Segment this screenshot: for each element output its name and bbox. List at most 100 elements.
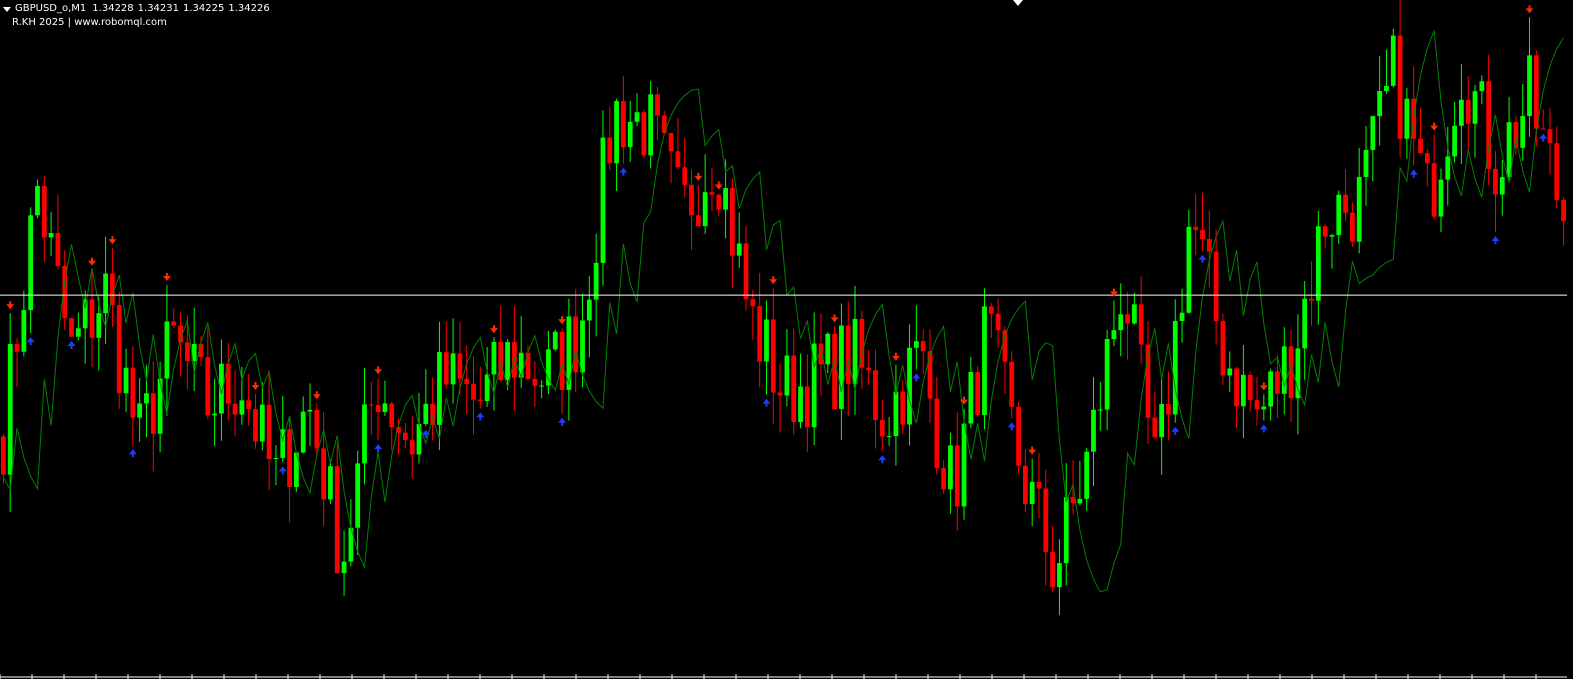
candle-body [55,232,61,266]
high-price: 1.34231 [137,3,180,14]
candle-body [21,310,27,352]
candle-body [1213,251,1219,322]
candle-body [1193,226,1199,230]
candle-body [995,313,1001,331]
candle-body [1077,498,1083,504]
price-chart[interactable] [0,0,1573,679]
candle-body [1234,368,1239,407]
candle-body [437,352,442,425]
candle-body [913,341,919,348]
candle-body [1520,116,1526,148]
candle-body [641,112,647,156]
candle-body [48,232,54,238]
candle-body [736,243,742,256]
candle-body [375,405,381,413]
candle-body [477,399,483,402]
candle-body [723,188,728,210]
candle-body [580,320,585,373]
arrow-down-icon [374,366,383,375]
candle-body [777,392,783,396]
candle-body [648,94,654,156]
candle-body [1561,199,1566,222]
candle-body [1302,298,1308,349]
candle-body [593,262,599,300]
candle-body [171,321,177,326]
arrow-down-icon [251,382,260,391]
candle-body [600,137,606,263]
candle-body [702,192,708,227]
candle-body [1377,91,1383,117]
candle-body [1254,400,1260,410]
candle-body [1118,314,1124,331]
candle-body [423,403,429,424]
candle-body [1,436,6,475]
arrow-down-icon [891,352,900,361]
candle-body [1390,35,1396,86]
candle-body [941,468,946,490]
chart-window[interactable]: GBPUSD_o,M1 1.34228 1.34231 1.34225 1.34… [0,0,1573,679]
candle-body [627,121,633,148]
candle-body [845,325,851,384]
candle-body [982,306,987,416]
candle-body [1036,481,1042,489]
candle-body [1186,226,1192,313]
shift-marker-icon[interactable] [1013,0,1023,6]
candle-body [314,409,320,449]
candle-body [300,411,306,453]
candle-body [920,341,926,352]
candle-body [886,436,892,438]
candle-body [764,319,769,362]
candle-body [137,403,143,418]
arrow-up-icon [128,449,137,458]
arrow-up-icon [374,444,383,453]
candle-body [1084,451,1090,499]
candle-body [695,215,701,227]
candle-body [1370,116,1376,150]
candle-body [1499,177,1505,195]
arrow-down-icon [6,301,15,310]
candle-body [457,353,463,379]
candle-body [689,184,694,216]
time-axis-ticks [0,674,1567,679]
candle-body [682,167,688,185]
symbol-info: GBPUSD_o,M1 1.34228 1.34231 1.34225 1.34… [3,3,274,15]
candle-body [804,386,810,428]
candle-body [368,404,374,406]
candle-body [750,299,756,307]
candle-body [464,378,470,385]
candle-body [1050,552,1055,588]
candle-body [246,400,252,410]
candle-body [1404,98,1410,139]
candle-body [205,357,211,416]
arrow-up-icon [1171,426,1180,435]
candle-body [1315,226,1321,301]
candle-body [954,445,960,507]
arrow-down-icon [558,316,567,325]
candle-body [1200,229,1205,240]
candle-body [14,344,20,352]
candle-body [123,367,129,394]
candle-body [150,393,156,434]
candle-body [471,384,476,400]
candle-body [1125,314,1130,324]
candle-body [273,457,279,460]
arrow-down-icon [312,391,321,400]
arrow-down-icon [162,272,171,281]
candle-body [328,466,333,500]
candle-body [1418,138,1423,154]
candles-layer [1,0,1566,616]
candle-body [1111,330,1117,339]
candle-body [362,404,367,464]
arrow-up-icon [619,167,628,176]
indicator-credit: R.KH 2025 | www.robomql.com [12,17,167,28]
candle-body [491,341,497,375]
triangle-down-icon[interactable] [3,6,11,12]
candle-body [382,403,388,413]
candle-body [1275,371,1280,394]
candle-body [988,306,994,314]
candle-body [1016,406,1021,466]
arrow-up-icon [476,412,485,421]
candle-body [968,372,974,424]
candle-body [443,352,449,385]
candle-body [1322,226,1328,237]
